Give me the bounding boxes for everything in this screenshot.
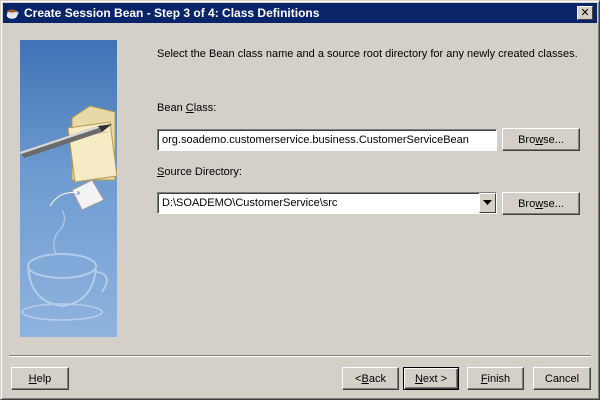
help-button[interactable]: Help [11,367,69,390]
footer-separator [9,355,591,357]
source-directory-combo[interactable]: D:\SOADEMO\CustomerService\src [157,192,497,214]
wizard-side-image [20,40,117,337]
bean-class-browse-button[interactable]: Bro w se... [502,128,580,151]
source-directory-browse-button[interactable]: Bro w se... [502,192,580,215]
cancel-button[interactable]: Cancel [533,367,591,390]
dialog-window: Create Session Bean - Step 3 of 4: Class… [0,0,600,400]
back-button[interactable]: < Back [342,367,399,390]
coffee-cup-icon [6,6,20,20]
close-icon: ✕ [580,6,590,19]
window-title: Create Session Bean - Step 3 of 4: Class… [24,6,320,20]
finish-button[interactable]: Finish [467,367,524,390]
next-button[interactable]: Next > [403,367,459,390]
tag-icon [49,179,105,211]
bean-class-input[interactable]: org.soademo.customerservice.business.Cus… [157,129,497,151]
source-directory-label: Source Directory: [157,166,242,178]
source-directory-dropdown-button[interactable] [479,193,496,213]
chevron-down-icon [483,200,492,205]
instruction-text: Select the Bean class name and a source … [157,48,578,60]
close-button[interactable]: ✕ [577,6,593,20]
title-bar[interactable]: Create Session Bean - Step 3 of 4: Class… [3,3,597,23]
coffee-cup-outline-icon [21,209,108,321]
bean-class-label: Bean Class: [157,102,217,114]
folder-icon [67,105,117,183]
